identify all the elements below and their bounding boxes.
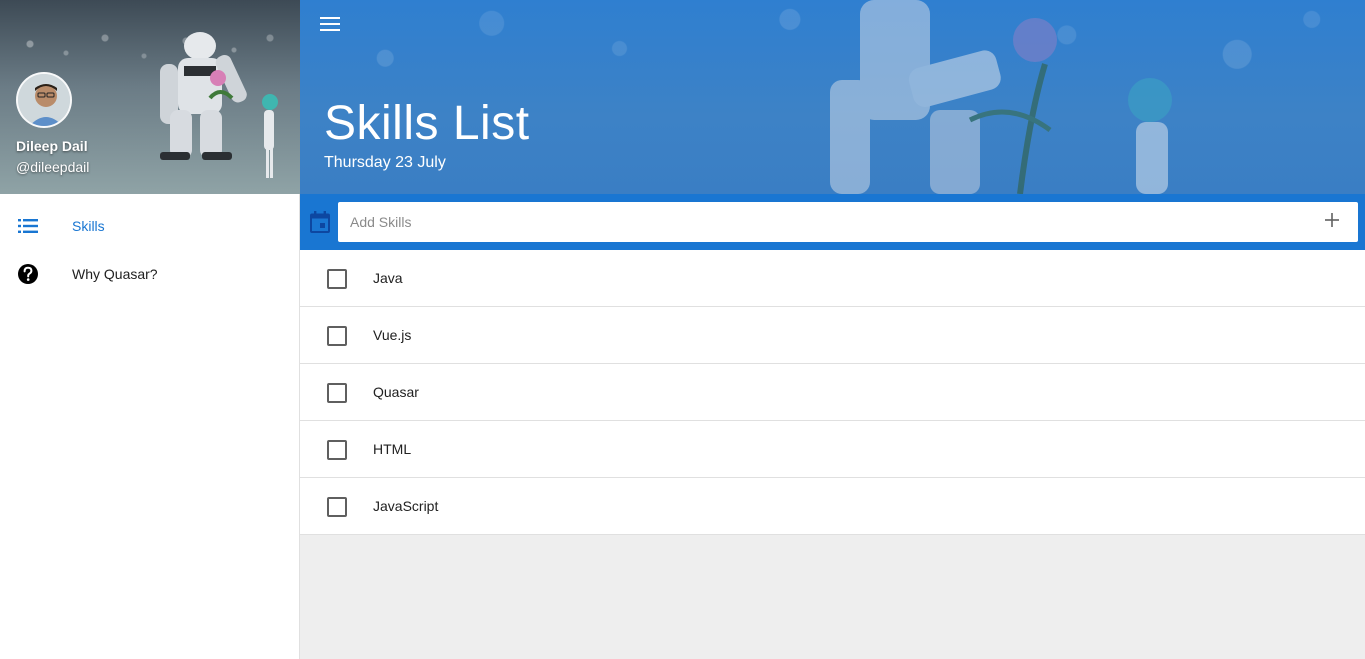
nav-label-skills: Skills [72, 218, 105, 234]
nav-item-skills[interactable]: Skills [0, 202, 299, 250]
add-skill-button[interactable] [1320, 210, 1344, 234]
list-item[interactable]: Java [300, 250, 1365, 307]
list-item[interactable]: HTML [300, 421, 1365, 478]
help-circle-icon [16, 262, 40, 286]
side-drawer: Dileep Dail @dileepdail Skills Why Quasa… [0, 0, 300, 659]
skill-checkbox[interactable] [327, 440, 347, 460]
user-name: Dileep Dail [16, 138, 88, 154]
skill-label: HTML [373, 441, 412, 457]
drawer-nav: Skills Why Quasar? [0, 194, 299, 298]
skill-list: Java Vue.js Quasar HTML JavaScript [300, 250, 1365, 535]
list-item[interactable]: JavaScript [300, 478, 1365, 535]
skill-label: Java [373, 270, 403, 286]
menu-button[interactable] [312, 8, 348, 44]
skill-checkbox[interactable] [327, 497, 347, 517]
skill-label: Vue.js [373, 327, 412, 343]
drawer-header-image: Dileep Dail @dileepdail [0, 0, 300, 194]
nav-label-why-quasar: Why Quasar? [72, 266, 158, 282]
list-item[interactable]: Quasar [300, 364, 1365, 421]
add-skill-field [338, 202, 1358, 242]
skill-label: JavaScript [373, 498, 439, 514]
page-content: Java Vue.js Quasar HTML JavaScript [300, 250, 1365, 659]
user-handle: @dileepdail [16, 159, 90, 175]
skill-checkbox[interactable] [327, 269, 347, 289]
skill-checkbox[interactable] [327, 326, 347, 346]
add-skill-input[interactable] [338, 202, 1298, 242]
page-title: Skills List [324, 97, 530, 150]
list-item[interactable]: Vue.js [300, 307, 1365, 364]
skill-checkbox[interactable] [327, 383, 347, 403]
robot-illustration [160, 32, 278, 178]
list-icon [16, 214, 40, 238]
avatar [16, 72, 72, 128]
avatar-portrait [18, 74, 70, 126]
page-header: Skills List Thursday 23 July [300, 0, 1365, 250]
plus-icon [1325, 212, 1339, 232]
calendar-icon[interactable] [308, 210, 332, 234]
skill-label: Quasar [373, 384, 419, 400]
robot-illustration-faded [830, 0, 1172, 194]
current-date: Thursday 23 July [324, 154, 446, 171]
add-skill-bar [300, 194, 1365, 250]
menu-icon [320, 16, 340, 36]
nav-item-why-quasar[interactable]: Why Quasar? [0, 250, 299, 298]
